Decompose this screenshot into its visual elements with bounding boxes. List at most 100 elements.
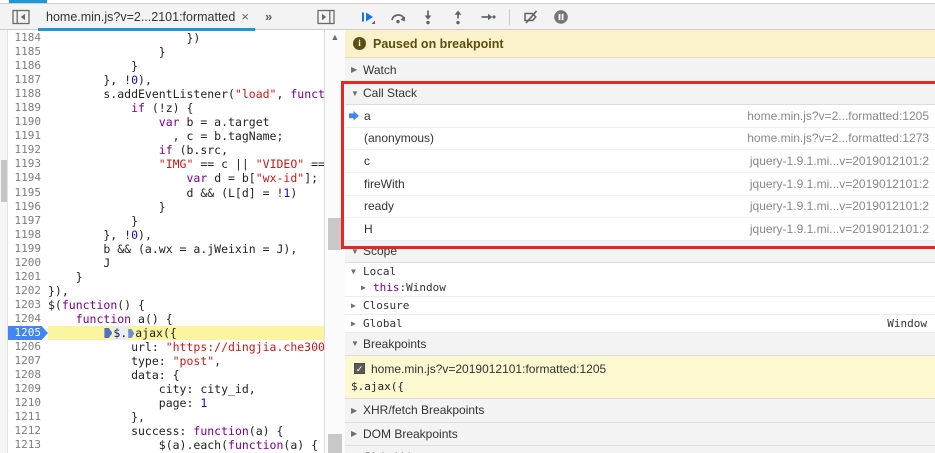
toggle-debugger-sidebar-icon[interactable] [317,9,335,25]
code-line[interactable]: 1199 b && (a.wx = a.jWeixin = J), [8,242,324,256]
breakpoint-entry[interactable]: ✓ home.min.js?v=2019012101:formatted:120… [345,355,935,399]
line-number[interactable]: 1200 [8,256,48,270]
code-line-text[interactable]: "IMG" == c || "VIDEO" == c) { [48,157,324,171]
breakpoint-checkbox[interactable]: ✓ [354,363,365,375]
line-number[interactable]: 1184 [8,31,48,45]
code-line[interactable]: 1195 d && (L[d] = !1) [8,186,324,200]
more-tabs-icon[interactable]: » [265,9,272,24]
code-line-text[interactable]: }, !0), [48,228,324,242]
code-line-text[interactable]: }, !0), [48,73,324,87]
code-line[interactable]: 1185 } [8,45,324,59]
code-line-text[interactable]: type: "post", [48,354,324,368]
editor-scrollbar[interactable]: ▲ [324,30,345,453]
code-line[interactable]: 1196 } [8,200,324,214]
call-stack-frame[interactable]: c jquery-1.9.1.mi...v=2019012101:2 [345,150,935,173]
section-breakpoints[interactable]: ▼ Breakpoints [345,332,935,356]
code-line-text[interactable]: data: { [48,368,324,382]
section-global-listeners[interactable]: ▶ Global Listeners [345,445,935,453]
code-line[interactable]: 1192 if (b.src, [8,143,324,157]
toggle-navigator-sidebar-icon[interactable] [12,9,30,25]
line-number[interactable]: 1189 [8,101,48,115]
code-line[interactable]: 1193 "IMG" == c || "VIDEO" == c) { [8,157,325,171]
line-number[interactable]: 1211 [8,410,48,424]
line-number[interactable]: 1213 [8,438,48,452]
code-line[interactable]: 1211 }, [8,410,324,424]
code-line[interactable]: 1205 $. ajax({ [8,325,324,341]
code-line-text[interactable]: success: function(a) { [48,424,324,438]
source-code-editor[interactable]: 1184 }) 1185 } 1186 } 1187 }, !0), 1188 s.ad… [8,30,324,453]
pause-on-exceptions-icon[interactable] [553,9,569,25]
call-stack-frame[interactable]: (anonymous) home.min.js?v=2...formatted:1… [345,127,935,151]
line-number[interactable]: 1186 [8,59,48,73]
code-line-text[interactable]: } [48,270,324,284]
code-line[interactable]: 1208 data: { [8,368,324,382]
call-stack-frame[interactable]: ready jquery-1.9.1.mi...v=2019012101:2 [345,195,935,219]
section-scope[interactable]: ▼ Scope [345,240,935,263]
code-line[interactable]: 1203 $(function() { [8,298,324,312]
code-line-text[interactable]: } [48,214,324,228]
code-line-text[interactable]: var b = a.target [48,115,324,129]
line-number[interactable]: 1212 [8,424,48,438]
code-line[interactable]: 1187 }, !0), [8,73,324,87]
code-line-text[interactable]: } [48,200,324,214]
code-line[interactable]: 1190 var b = a.target [8,115,324,129]
code-line-text[interactable]: $(function() { [48,298,324,312]
code-line-text[interactable]: if (!z) { [48,101,324,115]
code-line-text[interactable]: , c = b.tagName; [48,129,324,143]
line-number[interactable]: 1201 [8,270,48,284]
code-line-text[interactable]: $(a).each(function(a) { [48,438,324,452]
line-number[interactable]: 1193 [8,157,48,171]
line-number[interactable]: 1194 [8,171,48,185]
line-number[interactable]: 1208 [8,368,48,382]
code-line-text[interactable]: if (b.src, [48,143,324,157]
line-number[interactable]: 1188 [8,87,48,101]
line-number[interactable]: 1192 [8,143,48,157]
code-line[interactable]: 1201 } [8,270,324,284]
scope-local-row[interactable]: ▼ Local [345,262,935,280]
line-number[interactable]: 1197 [8,214,48,228]
line-number[interactable]: 1207 [8,354,48,368]
section-watch[interactable]: ▶ Watch [345,58,935,82]
code-line-text[interactable]: d && (L[d] = !1) [48,186,324,200]
line-number[interactable]: 1210 [8,396,48,410]
line-number[interactable]: 1209 [8,382,48,396]
scope-closure-row[interactable]: ▶ Closure [345,296,935,315]
tab-close-icon[interactable]: × [241,9,249,24]
code-line-text[interactable]: var d = b["wx-id"]; [48,171,324,185]
line-number[interactable]: 1190 [8,115,48,129]
code-line-text[interactable]: } [48,45,324,59]
code-line[interactable]: 1209 city: city_id, [8,382,324,396]
code-line[interactable]: 1189 if (!z) { [8,101,324,115]
code-line[interactable]: 1210 page: 1 [8,396,324,410]
step-over-icon[interactable] [390,9,406,25]
scope-global-row[interactable]: ▶ Global Window [345,314,935,333]
line-number[interactable]: 1185 [8,45,48,59]
code-line[interactable]: 1206 url: "https://dingjia.che300.c [8,340,325,354]
section-dom-breakpoints[interactable]: ▶ DOM Breakpoints [345,422,935,446]
step-icon[interactable] [480,9,496,25]
code-line[interactable]: 1202}), [8,284,324,298]
code-line-text[interactable]: b && (a.wx = a.jWeixin = J), [48,242,324,256]
call-stack-frame[interactable]: a home.min.js?v=2...formatted:1205 [345,105,935,128]
code-line-text[interactable]: }, [48,410,324,424]
line-number[interactable]: 1196 [8,200,48,214]
code-line-text[interactable]: J [48,256,324,270]
code-line[interactable]: 1186 } [8,59,324,73]
section-call-stack[interactable]: ▼ Call Stack [345,82,935,105]
deactivate-breakpoints-icon[interactable] [523,9,539,25]
resume-script-icon[interactable] [360,9,376,25]
call-stack-frame[interactable]: Hjquery-1.9.1.mi...v=2019012101:2 [345,218,935,241]
file-tab[interactable]: home.min.js?v=2...2101:formatted × [38,4,255,31]
call-stack-frame[interactable]: fireWith jquery-1.9.1.mi...v=2019012101:2 [345,172,935,196]
line-number[interactable]: 1195 [8,186,48,200]
code-line-text[interactable]: city: city_id, [48,382,324,396]
line-number[interactable]: 1203 [8,298,48,312]
code-line[interactable]: 1200 J [8,256,324,270]
code-line[interactable]: 1212 success: function(a) { [8,424,324,438]
code-line-text[interactable]: url: "https://dingjia.che300.c [48,340,324,354]
section-xhr-breakpoints[interactable]: ▶ XHR/fetch Breakpoints [345,398,935,423]
code-line[interactable]: 1207 type: "post", [8,354,324,368]
line-number[interactable]: 1205 [8,325,48,341]
code-line[interactable]: 1191 , c = b.tagName; [8,129,324,143]
step-out-icon[interactable] [450,9,466,25]
